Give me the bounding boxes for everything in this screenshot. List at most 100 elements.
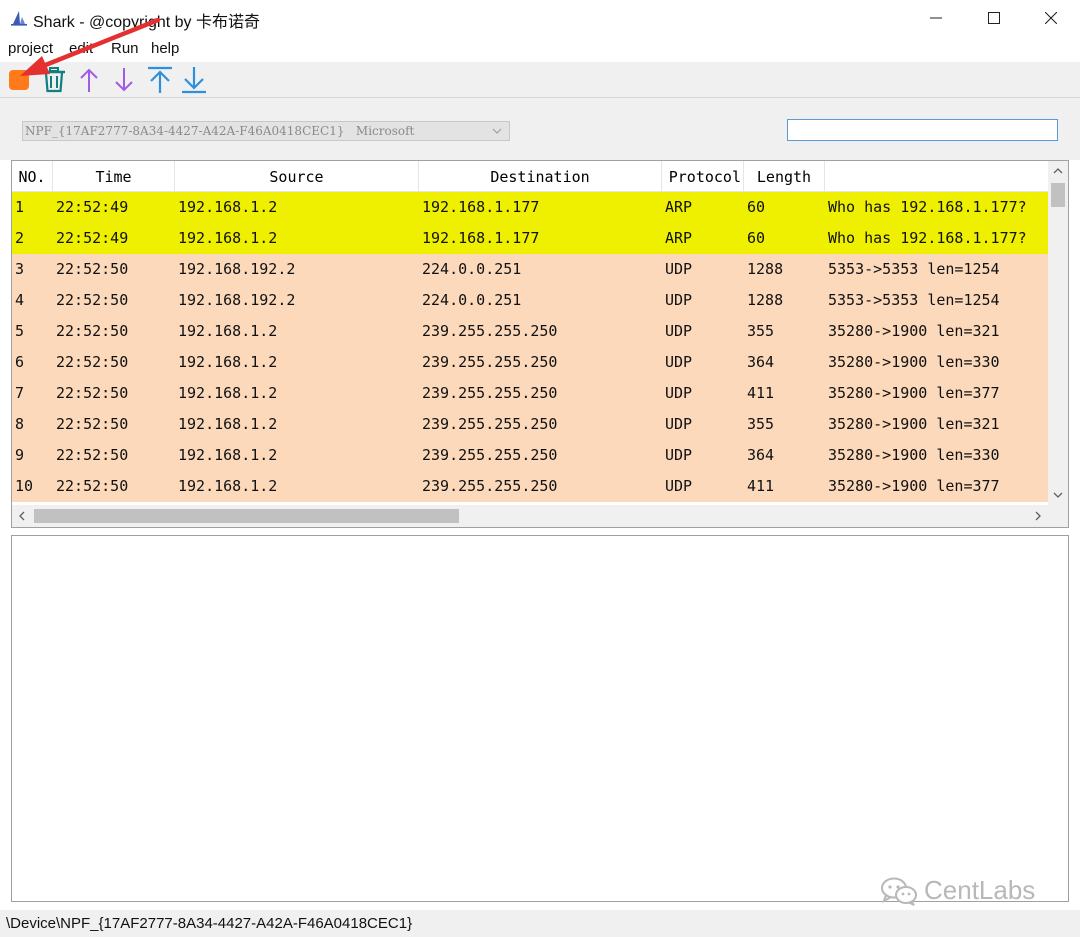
cell-no: 10	[15, 477, 34, 495]
cell-time: 22:52:50	[56, 415, 129, 433]
column-header-no[interactable]: NO.	[12, 161, 53, 192]
cell-destination: 192.168.1.177	[422, 198, 540, 216]
table-row[interactable]: 8 22:52:50 192.168.1.2 239.255.255.250 U…	[12, 409, 1048, 440]
cell-source: 192.168.192.2	[178, 291, 296, 309]
maximize-button[interactable]	[965, 0, 1023, 36]
filter-input[interactable]	[787, 119, 1058, 141]
chevron-up-icon	[1053, 168, 1063, 174]
menu-help[interactable]: help	[151, 40, 179, 57]
cell-protocol: ARP	[665, 229, 693, 247]
scroll-top-button[interactable]	[145, 65, 175, 95]
arrow-to-bottom-icon	[182, 67, 206, 94]
scroll-down-button[interactable]	[109, 65, 139, 95]
interface-select-value: NPF_{17AF2777-8A34-4427-A42A-F46A0418CEC…	[25, 124, 415, 138]
maximize-icon	[988, 12, 1000, 24]
cell-length: 60	[747, 229, 766, 247]
status-bar: \Device\NPF_{17AF2777-8A34-4427-A42A-F46…	[0, 910, 1080, 937]
vertical-scrollbar[interactable]	[1048, 161, 1068, 505]
cell-protocol: ARP	[665, 198, 693, 216]
menu-edit[interactable]: edit	[69, 40, 93, 57]
table-row[interactable]: 6 22:52:50 192.168.1.2 239.255.255.250 U…	[12, 347, 1048, 378]
window-title: Shark - @copyright by 卡布诺奇	[33, 14, 260, 31]
scroll-right-arrow[interactable]	[1028, 506, 1048, 526]
column-header-info[interactable]	[825, 161, 1048, 192]
cell-no: 9	[15, 446, 25, 464]
cell-no: 6	[15, 353, 25, 371]
cell-destination: 239.255.255.250	[422, 353, 558, 371]
stop-capture-button[interactable]	[4, 65, 34, 95]
title-bar: Shark - @copyright by 卡布诺奇	[0, 0, 1080, 36]
watermark: CentLabs	[880, 875, 1035, 906]
chevron-down-icon	[492, 128, 502, 134]
column-header-length[interactable]: Length	[744, 161, 825, 192]
cell-source: 192.168.192.2	[178, 260, 296, 278]
scroll-bottom-button[interactable]	[179, 65, 209, 95]
cell-no: 8	[15, 415, 25, 433]
table-row[interactable]: 1 22:52:49 192.168.1.2 192.168.1.177 ARP…	[12, 192, 1048, 223]
scroll-left-arrow[interactable]	[12, 506, 32, 526]
toolbar	[0, 62, 1080, 98]
scroll-up-button[interactable]	[74, 65, 104, 95]
horizontal-scroll-thumb[interactable]	[34, 509, 459, 523]
clear-button[interactable]	[39, 65, 69, 95]
column-header-protocol[interactable]: Protocol	[662, 161, 744, 192]
close-button[interactable]	[1022, 0, 1080, 36]
cell-source: 192.168.1.2	[178, 353, 278, 371]
cell-length: 1288	[747, 260, 784, 278]
vertical-scroll-thumb[interactable]	[1051, 183, 1065, 207]
cell-info: 5353->5353 len=1254	[828, 260, 1000, 278]
minimize-button[interactable]	[907, 0, 965, 36]
cell-no: 7	[15, 384, 25, 402]
cell-no: 1	[15, 198, 25, 216]
table-row[interactable]: 9 22:52:50 192.168.1.2 239.255.255.250 U…	[12, 440, 1048, 471]
cell-time: 22:52:49	[56, 229, 129, 247]
cell-time: 22:52:50	[56, 446, 129, 464]
scroll-down-arrow[interactable]	[1048, 485, 1068, 505]
cell-info: 35280->1900 len=321	[828, 415, 1000, 433]
close-icon	[1045, 12, 1057, 24]
capture-controls: NPF_{17AF2777-8A34-4427-A42A-F46A0418CEC…	[0, 98, 1080, 160]
column-header-time[interactable]: Time	[53, 161, 175, 192]
column-header-source[interactable]: Source	[175, 161, 419, 192]
cell-protocol: UDP	[665, 291, 693, 309]
cell-info: 35280->1900 len=330	[828, 353, 1000, 371]
watermark-text: CentLabs	[924, 875, 1036, 905]
cell-no: 3	[15, 260, 25, 278]
stop-square-icon	[9, 70, 29, 90]
status-device-text: \Device\NPF_{17AF2777-8A34-4427-A42A-F46…	[6, 915, 413, 932]
cell-no: 4	[15, 291, 25, 309]
chevron-right-icon	[1035, 511, 1041, 521]
menu-project[interactable]: project	[8, 40, 53, 57]
table-row[interactable]: 5 22:52:50 192.168.1.2 239.255.255.250 U…	[12, 316, 1048, 347]
cell-source: 192.168.1.2	[178, 415, 278, 433]
cell-destination: 224.0.0.251	[422, 291, 522, 309]
table-row[interactable]: 2 22:52:49 192.168.1.2 192.168.1.177 ARP…	[12, 223, 1048, 254]
cell-source: 192.168.1.2	[178, 446, 278, 464]
trash-icon	[43, 67, 65, 93]
scroll-up-arrow[interactable]	[1048, 161, 1068, 181]
cell-protocol: UDP	[665, 260, 693, 278]
packet-detail-pane[interactable]	[11, 535, 1069, 902]
menu-run[interactable]: Run	[111, 40, 139, 57]
table-row[interactable]: 10 22:52:50 192.168.1.2 239.255.255.250 …	[12, 471, 1048, 502]
cell-protocol: UDP	[665, 477, 693, 495]
arrow-down-icon	[115, 68, 133, 92]
horizontal-scrollbar[interactable]	[12, 505, 1048, 527]
cell-length: 355	[747, 322, 775, 340]
table-row[interactable]: 3 22:52:50 192.168.192.2 224.0.0.251 UDP…	[12, 254, 1048, 285]
table-row[interactable]: 7 22:52:50 192.168.1.2 239.255.255.250 U…	[12, 378, 1048, 409]
cell-info: 35280->1900 len=377	[828, 384, 1000, 402]
cell-time: 22:52:50	[56, 322, 129, 340]
cell-source: 192.168.1.2	[178, 322, 278, 340]
column-header-destination[interactable]: Destination	[419, 161, 662, 192]
interface-select[interactable]: NPF_{17AF2777-8A34-4427-A42A-F46A0418CEC…	[22, 121, 510, 141]
cell-no: 2	[15, 229, 25, 247]
cell-protocol: UDP	[665, 384, 693, 402]
table-row[interactable]: 4 22:52:50 192.168.192.2 224.0.0.251 UDP…	[12, 285, 1048, 316]
cell-info: 35280->1900 len=330	[828, 446, 1000, 464]
minimize-icon	[930, 17, 942, 19]
chevron-left-icon	[19, 511, 25, 521]
cell-source: 192.168.1.2	[178, 198, 278, 216]
cell-time: 22:52:50	[56, 260, 129, 278]
cell-length: 411	[747, 477, 775, 495]
